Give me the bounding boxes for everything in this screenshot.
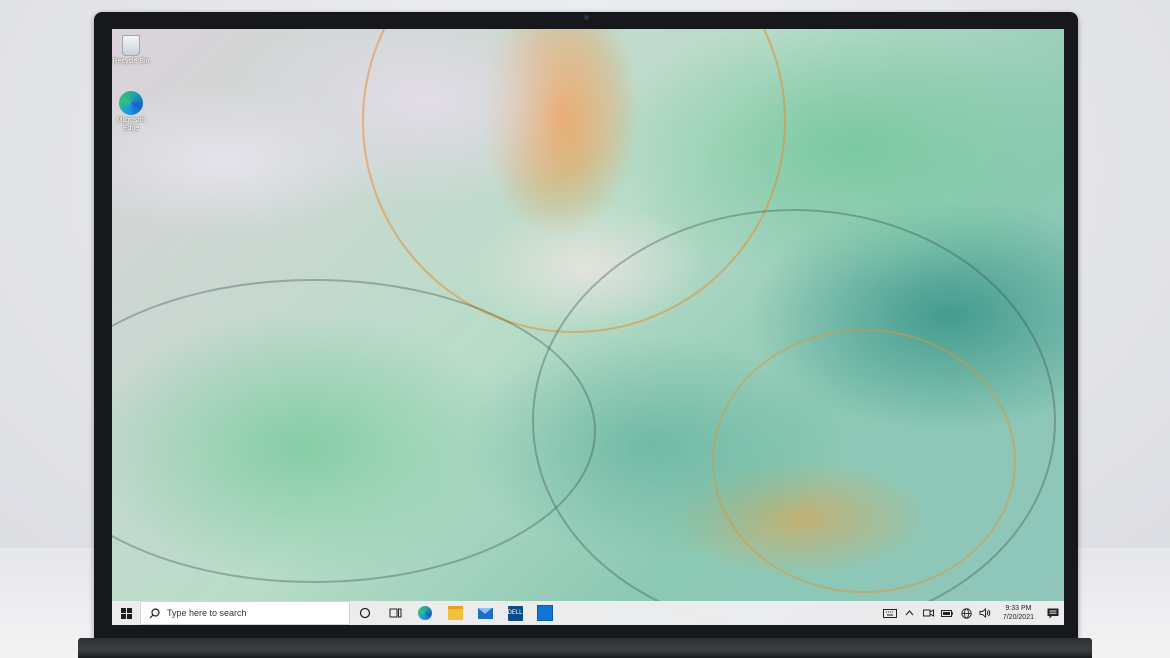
taskbar: Type here to search DELL 9:33 PM 7/20/20… (112, 601, 1064, 625)
tray-battery[interactable] (938, 601, 957, 625)
windows-logo-icon (120, 607, 132, 619)
chevron-up-icon (905, 610, 914, 616)
keyboard-icon (883, 608, 898, 618)
clock-time: 9:33 PM (1005, 605, 1032, 612)
notification-icon (1047, 608, 1059, 618)
taskbar-file-explorer-button[interactable] (440, 601, 470, 625)
edge-icon (119, 91, 143, 115)
webcam (584, 15, 589, 20)
action-center-button[interactable] (1042, 601, 1064, 625)
clock-date: 7/20/2021 (1002, 614, 1034, 621)
edge-icon (418, 606, 432, 620)
meet-now-icon (922, 609, 934, 617)
wallpaper-vein (712, 329, 1016, 593)
taskbar-store-button[interactable] (530, 601, 560, 625)
speaker-icon (979, 608, 991, 618)
cortana-button[interactable] (350, 601, 380, 625)
task-view-button[interactable] (380, 601, 410, 625)
tray-network[interactable] (957, 601, 976, 625)
laptop-hinge (78, 638, 1092, 658)
system-tray: 9:33 PM 7/20/2021 (881, 601, 1064, 625)
recycle-bin-icon (122, 35, 140, 56)
taskbar-edge-button[interactable] (410, 601, 440, 625)
task-view-icon (389, 608, 401, 618)
desktop-icon-edge[interactable]: Microsoft Edge (112, 91, 150, 133)
start-button[interactable] (112, 601, 140, 625)
search-placeholder: Type here to search (167, 608, 247, 618)
desktop-icon-recycle-bin[interactable]: Recycle Bin (112, 35, 150, 66)
tray-keyboard[interactable] (881, 601, 900, 625)
store-icon (537, 605, 553, 621)
dell-icon: DELL (507, 605, 523, 621)
circle-icon (359, 607, 371, 619)
desktop-icon-label: Recycle Bin (112, 58, 150, 65)
taskbar-mail-button[interactable] (470, 601, 500, 625)
globe-icon (961, 607, 972, 619)
taskbar-dell-button[interactable]: DELL (500, 601, 530, 625)
tray-meet-now[interactable] (919, 601, 938, 625)
desktop-icon-label: Microsoft Edge (116, 117, 146, 132)
search-icon (149, 607, 160, 618)
tray-show-hidden[interactable] (900, 601, 919, 625)
search-box[interactable]: Type here to search (140, 601, 350, 625)
tray-volume[interactable] (976, 601, 995, 625)
battery-icon (941, 609, 954, 617)
desktop: Recycle Bin Microsoft Edge Type here to … (112, 29, 1064, 625)
folder-icon (447, 606, 463, 620)
mail-icon (477, 607, 493, 619)
taskbar-clock[interactable]: 9:33 PM 7/20/2021 (995, 604, 1042, 622)
